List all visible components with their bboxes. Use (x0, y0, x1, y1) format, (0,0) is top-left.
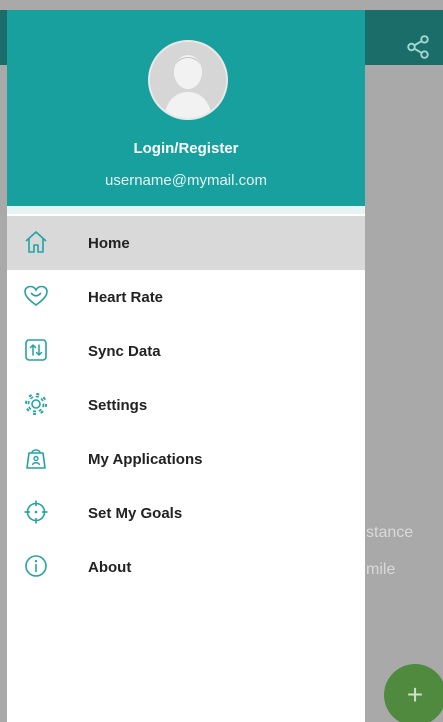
screen: stance mile + Login/Register username@my… (0, 0, 443, 722)
drawer-header: Login/Register username@mymail.com (7, 10, 365, 206)
menu-item-heart-rate[interactable]: Heart Rate (7, 270, 365, 324)
sync-icon (25, 339, 47, 361)
avatar[interactable] (148, 40, 228, 120)
menu-item-my-applications[interactable]: My Applications (7, 432, 365, 486)
info-icon (25, 555, 47, 577)
menu-item-about[interactable]: About (7, 540, 365, 594)
mile-label-partial: mile (366, 561, 396, 578)
user-silhouette-icon (150, 42, 226, 118)
target-icon (24, 500, 48, 524)
menu-item-set-my-goals[interactable]: Set My Goals (7, 486, 365, 540)
heart-icon (24, 285, 48, 306)
menu-label-sync-data: Sync Data (88, 342, 161, 360)
gear-icon (25, 393, 47, 415)
login-register-link[interactable]: Login/Register (7, 140, 365, 157)
menu-label-my-applications: My Applications (88, 450, 203, 468)
header-divider (7, 206, 365, 214)
user-email: username@mymail.com (105, 172, 267, 189)
menu-label-set-my-goals: Set My Goals (88, 504, 183, 522)
distance-label-partial: stance (366, 524, 414, 541)
home-icon (25, 231, 47, 253)
drawer-menu: Home Heart Rate Sync Data Settings My Ap… (7, 216, 365, 594)
add-fab-button[interactable]: + (384, 664, 443, 722)
menu-item-home[interactable]: Home (7, 216, 365, 270)
share-icon[interactable] (405, 34, 431, 60)
menu-label-settings: Settings (88, 396, 148, 414)
app-bag-icon (26, 449, 46, 469)
menu-item-sync-data[interactable]: Sync Data (7, 324, 365, 378)
menu-item-settings[interactable]: Settings (7, 378, 365, 432)
navigation-drawer: Login/Register username@mymail.com Home … (7, 10, 365, 722)
menu-label-about: About (88, 558, 132, 576)
menu-label-home: Home (88, 234, 130, 252)
menu-label-heart-rate: Heart Rate (88, 288, 164, 306)
